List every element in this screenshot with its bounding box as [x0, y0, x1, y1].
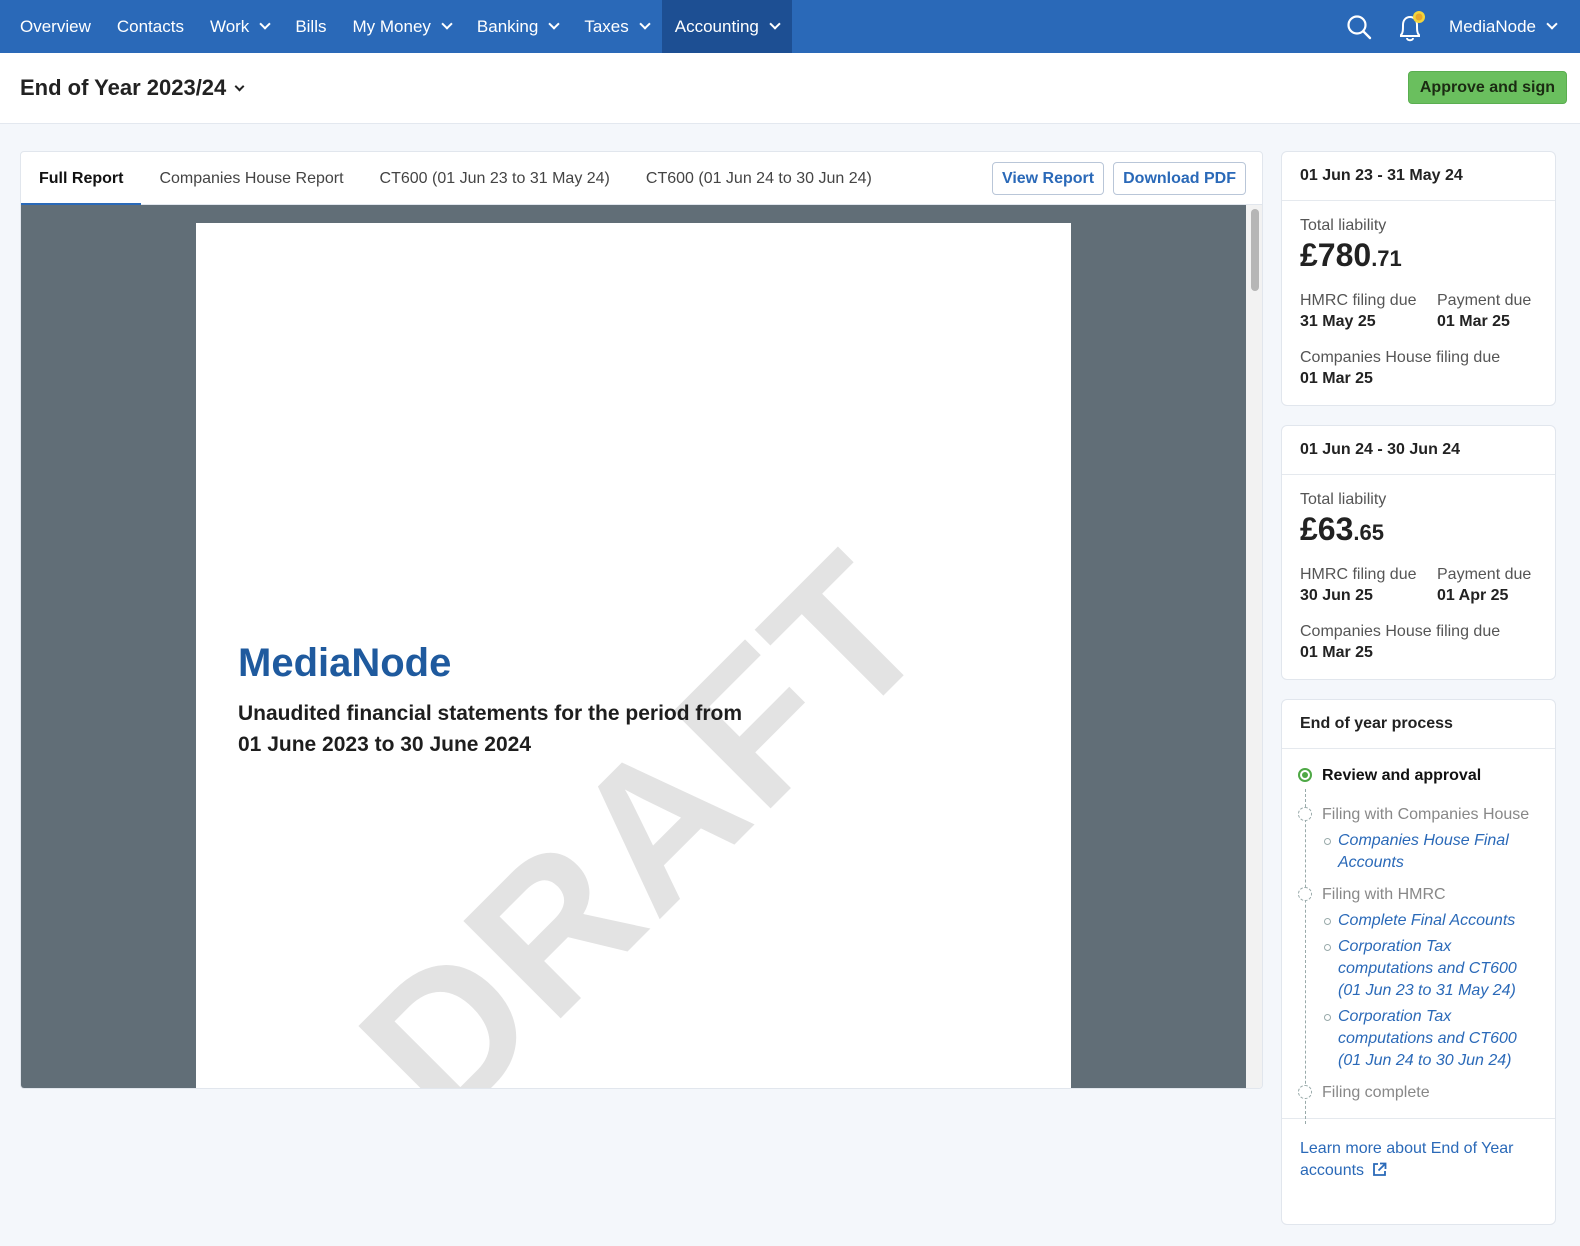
nav-label: Taxes [584, 16, 629, 36]
document-company-name: MediaNode [238, 641, 452, 685]
end-of-year-process-card: End of year process Review and approval … [1281, 699, 1556, 1225]
nav-right: MediaNode [1339, 0, 1580, 53]
payment-due-date: 01 Apr 25 [1437, 587, 1509, 604]
chevron-down-icon [259, 18, 271, 30]
external-link-icon [1372, 1162, 1386, 1176]
step-label: Filing complete [1322, 1084, 1430, 1101]
approve-and-sign-button[interactable]: Approve and sign [1407, 71, 1567, 104]
user-name: MediaNode [1449, 16, 1536, 36]
nav-accounting[interactable]: Accounting [661, 0, 792, 53]
scrollbar-thumb[interactable] [1251, 209, 1259, 291]
step-review-approval: Review and approval [1298, 767, 1537, 785]
amount-pounds: £63 [1300, 511, 1354, 547]
page-title: End of Year 2023/24 [20, 75, 227, 100]
step-label: Review and approval [1322, 767, 1482, 784]
hmrc-filing-date: 30 Jun 25 [1300, 587, 1373, 604]
nav-label: Accounting [674, 16, 759, 36]
top-nav: Overview Contacts Work Bills My Money Ba… [0, 0, 1580, 53]
step-label: Filing with HMRC [1322, 886, 1446, 903]
total-liability-label: Total liability [1300, 491, 1387, 508]
report-tabs: Full Report Companies House Report CT600… [21, 152, 1262, 206]
draft-watermark: DRAFT [318, 512, 970, 1089]
total-liability-amount: £780.71 [1300, 237, 1537, 274]
chevron-down-icon [1546, 18, 1558, 30]
total-liability-amount: £63.65 [1300, 511, 1537, 548]
pending-circle-icon [1298, 887, 1312, 901]
amount-pence: .71 [1371, 246, 1402, 271]
tab-full-report[interactable]: Full Report [21, 152, 142, 206]
step-companies-house: Filing with Companies House Companies Ho… [1298, 806, 1537, 874]
nav-bills[interactable]: Bills [282, 0, 339, 53]
view-report-button[interactable]: View Report [991, 162, 1105, 195]
chevron-down-icon [441, 18, 453, 30]
link-ct600-period-2[interactable]: Corporation Tax computations and CT600 (… [1322, 1006, 1537, 1072]
process-title: End of year process [1282, 700, 1555, 749]
period-title: 01 Jun 23 - 31 May 24 [1282, 152, 1555, 201]
nav-overview[interactable]: Overview [0, 0, 104, 53]
payment-due-label: Payment due [1437, 566, 1532, 583]
nav-label: Work [209, 16, 250, 36]
chevron-down-icon [639, 18, 651, 30]
nav-work[interactable]: Work [197, 0, 282, 53]
nav-label: Overview [20, 16, 91, 36]
amount-pounds: £780 [1300, 237, 1372, 273]
period-title: 01 Jun 24 - 30 Jun 24 [1282, 426, 1555, 475]
hmrc-filing-label: HMRC filing due [1300, 566, 1417, 583]
tab-ct600-period-2[interactable]: CT600 (01 Jun 24 to 30 Jun 24) [628, 152, 890, 205]
nav-banking[interactable]: Banking [464, 0, 571, 53]
download-pdf-button[interactable]: Download PDF [1113, 162, 1246, 195]
nav-label: My Money [352, 16, 431, 36]
document-page: DRAFT MediaNode Unaudited financial stat… [196, 223, 1071, 1089]
period-card-2: 01 Jun 24 - 30 Jun 24 Total liability £6… [1281, 425, 1556, 680]
total-liability-label: Total liability [1300, 217, 1387, 234]
nav-label: Contacts [116, 16, 184, 36]
ch-filing-date: 01 Mar 25 [1300, 644, 1373, 661]
learn-more-link[interactable]: Learn more about End of Year accounts [1282, 1118, 1555, 1200]
hmrc-filing-date: 31 May 25 [1300, 313, 1376, 330]
chevron-down-icon [769, 18, 781, 30]
link-ch-final-accounts[interactable]: Companies House Final Accounts [1322, 830, 1537, 874]
document-subtitle: Unaudited financial statements for the p… [238, 702, 743, 756]
link-complete-final-accounts[interactable]: Complete Final Accounts [1322, 910, 1537, 932]
nav-label: Bills [295, 16, 327, 36]
hmrc-filing-label: HMRC filing due [1300, 292, 1417, 309]
ch-filing-label: Companies House filing due [1300, 623, 1501, 640]
link-ct600-period-1[interactable]: Corporation Tax computations and CT600 (… [1322, 936, 1537, 1002]
chevron-down-icon [234, 81, 245, 91]
step-label: Filing with Companies House [1322, 806, 1530, 823]
pdf-viewer[interactable]: DRAFT MediaNode Unaudited financial stat… [21, 205, 1246, 1089]
payment-due-date: 01 Mar 25 [1437, 313, 1510, 330]
ch-filing-label: Companies House filing due [1300, 349, 1501, 366]
learn-more-text: Learn more about End of Year accounts [1300, 1140, 1514, 1179]
check-circle-icon [1298, 768, 1312, 782]
report-card: Full Report Companies House Report CT600… [20, 151, 1263, 1089]
ch-filing-date: 01 Mar 25 [1300, 370, 1373, 387]
search-icon[interactable] [1339, 0, 1379, 53]
nav-contacts[interactable]: Contacts [104, 0, 197, 53]
nav-my-money[interactable]: My Money [339, 0, 463, 53]
page-header: End of Year 2023/24 Approve and sign [0, 53, 1580, 124]
viewer-scrollbar[interactable] [1246, 205, 1262, 1088]
nav-label: Banking [476, 16, 539, 36]
nav-taxes[interactable]: Taxes [571, 0, 661, 53]
bell-icon[interactable] [1391, 0, 1431, 53]
year-selector[interactable]: End of Year 2023/24 [20, 75, 245, 101]
period-card-1: 01 Jun 23 - 31 May 24 Total liability £7… [1281, 151, 1556, 406]
payment-due-label: Payment due [1437, 292, 1532, 309]
step-hmrc: Filing with HMRC Complete Final Accounts… [1298, 886, 1537, 1072]
user-menu[interactable]: MediaNode [1443, 17, 1580, 37]
report-actions: View Report Download PDF [991, 162, 1246, 195]
chevron-down-icon [548, 18, 561, 30]
amount-pence: .65 [1353, 520, 1384, 545]
tab-companies-house-report[interactable]: Companies House Report [141, 152, 361, 205]
step-filing-complete: Filing complete [1298, 1084, 1537, 1102]
pending-circle-icon [1298, 807, 1312, 821]
tab-ct600-period-1[interactable]: CT600 (01 Jun 23 to 31 May 24) [362, 152, 628, 205]
pending-circle-icon [1298, 1085, 1312, 1099]
